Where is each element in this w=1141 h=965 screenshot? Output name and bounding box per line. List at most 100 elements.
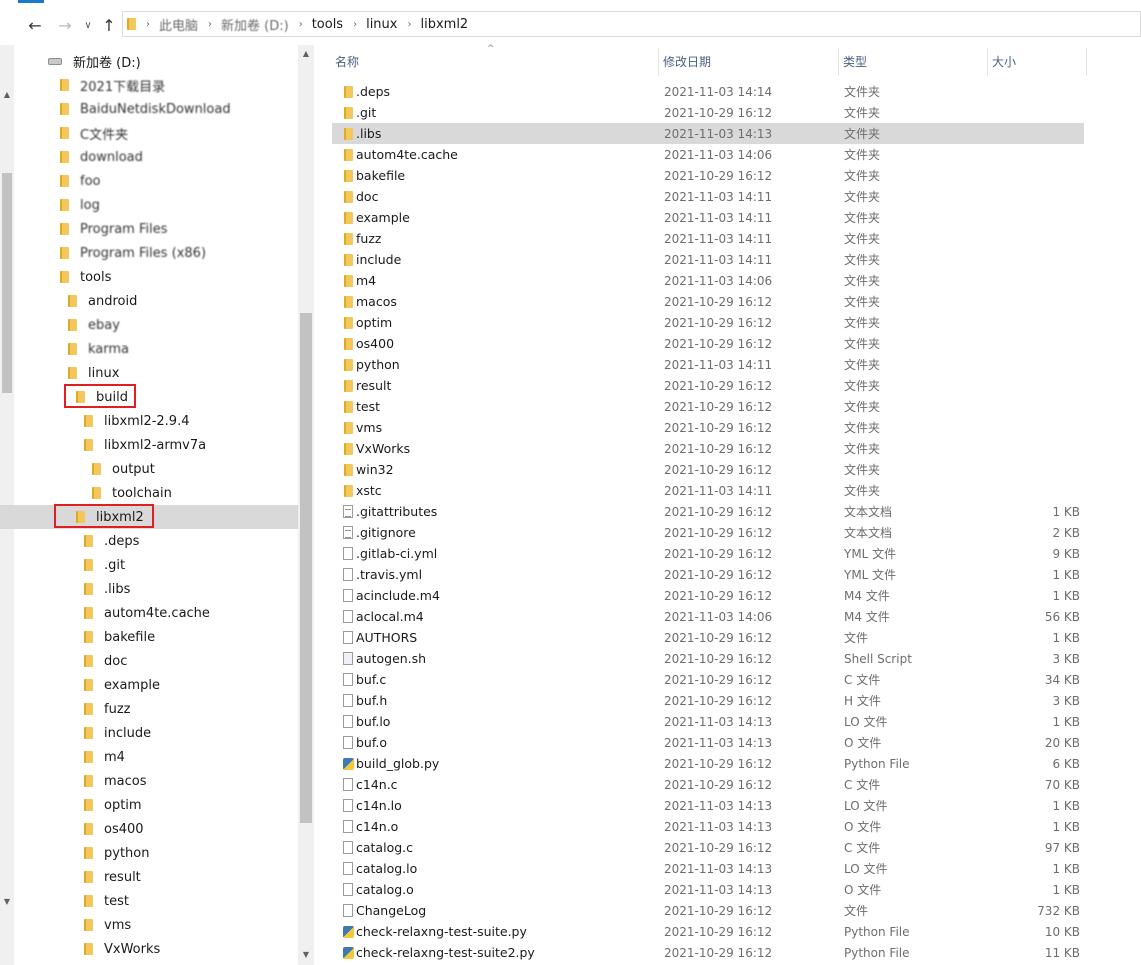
scroll-up-arrow-icon[interactable]: ▲ [298,49,314,58]
column-header-modified[interactable]: 修改日期 [659,48,838,76]
file-row[interactable]: c14n.lo 2021-11-03 14:13 LO 文件 1 KB [332,795,1084,816]
tree-item[interactable]: .git [0,553,298,577]
file-row[interactable]: macos 2021-10-29 16:12 文件夹 [332,291,1084,312]
tree-item[interactable]: Program Files (x86) [0,241,298,265]
tree-item[interactable]: include [0,721,298,745]
file-row[interactable]: c14n.o 2021-11-03 14:13 O 文件 1 KB [332,816,1084,837]
tree-item[interactable]: BaiduNetdiskDownload [0,97,298,121]
forward-arrow-icon[interactable]: → [56,16,74,36]
file-row[interactable]: catalog.lo 2021-11-03 14:13 LO 文件 1 KB [332,858,1084,879]
file-row[interactable]: check-relaxng-test-suite.py 2021-10-29 16… [332,921,1084,942]
tree-item[interactable]: tools [0,265,298,289]
file-row[interactable]: build_glob.py 2021-10-29 16:12 Python File… [332,753,1084,774]
scroll-down-arrow-icon[interactable]: ▼ [298,950,314,959]
tree-item[interactable]: macos [0,769,298,793]
recent-locations-chevron-icon[interactable]: ∨ [82,16,94,36]
file-row[interactable]: catalog.c 2021-10-29 16:12 C 文件 97 KB [332,837,1084,858]
file-row[interactable]: c14n.c 2021-10-29 16:12 C 文件 70 KB [332,774,1084,795]
breadcrumb-tools[interactable]: tools [312,17,343,32]
tree-item[interactable]: example [0,673,298,697]
file-row[interactable]: include 2021-11-03 14:11 文件夹 [332,249,1084,270]
file-row[interactable]: result 2021-10-29 16:12 文件夹 [332,375,1084,396]
file-row[interactable]: win32 2021-10-29 16:12 文件夹 [332,459,1084,480]
file-row[interactable]: catalog.o 2021-11-03 14:13 O 文件 1 KB [332,879,1084,900]
file-row[interactable]: m4 2021-11-03 14:06 文件夹 [332,270,1084,291]
breadcrumb-drive[interactable]: 新加卷 (D:) [221,15,289,34]
address-bar[interactable]: › 此电脑 › 新加卷 (D:) › tools › linux › libxm… [122,11,1141,37]
tree-item[interactable]: doc [0,649,298,673]
tree-item[interactable]: log [0,193,298,217]
file-row[interactable]: fuzz 2021-11-03 14:11 文件夹 [332,228,1084,249]
tree-item[interactable]: optim [0,793,298,817]
tree-item[interactable]: ebay [0,313,298,337]
file-row[interactable]: acinclude.m4 2021-10-29 16:12 M4 文件 1 KB [332,585,1084,606]
tree-item[interactable]: libxml2 [0,505,298,529]
file-row[interactable]: .deps 2021-11-03 14:14 文件夹 [332,81,1084,102]
tree-item[interactable]: vms [0,913,298,937]
tree-item[interactable]: VxWorks [0,937,298,961]
tree-vertical-scrollbar[interactable]: ▲ ▼ [298,45,314,965]
file-row[interactable]: AUTHORS 2021-10-29 16:12 文件 1 KB [332,627,1084,648]
file-row[interactable]: vms 2021-10-29 16:12 文件夹 [332,417,1084,438]
file-row[interactable]: python 2021-11-03 14:11 文件夹 [332,354,1084,375]
tree-item[interactable]: bakefile [0,625,298,649]
tree-item[interactable]: karma [0,337,298,361]
tree-item[interactable]: result [0,865,298,889]
file-row[interactable]: example 2021-11-03 14:11 文件夹 [332,207,1084,228]
file-row[interactable]: VxWorks 2021-10-29 16:12 文件夹 [332,438,1084,459]
tree-item[interactable]: 新加卷 (D:) [0,49,298,73]
file-row[interactable]: bakefile 2021-10-29 16:12 文件夹 [332,165,1084,186]
file-row[interactable]: aclocal.m4 2021-11-03 14:06 M4 文件 56 KB [332,606,1084,627]
tree-item[interactable]: toolchain [0,481,298,505]
up-arrow-icon[interactable]: ↑ [100,16,118,36]
column-header-size[interactable]: 大小 [988,48,1086,76]
tree-item[interactable]: build [0,385,298,409]
breadcrumb-libxml2[interactable]: libxml2 [420,17,468,32]
tree-item[interactable]: python [0,841,298,865]
chevron-right-icon[interactable]: › [208,19,212,30]
file-row[interactable]: buf.o 2021-11-03 14:13 O 文件 20 KB [332,732,1084,753]
file-row[interactable]: xstc 2021-11-03 14:11 文件夹 [332,480,1084,501]
file-row[interactable]: .git 2021-10-29 16:12 文件夹 [332,102,1084,123]
tree-item[interactable]: C文件夹 [0,121,298,145]
tree-item[interactable]: .deps [0,529,298,553]
column-divider[interactable] [1086,48,1087,76]
file-row[interactable]: check-relaxng-test-suite2.py 2021-10-29 1… [332,942,1084,963]
file-row[interactable]: autom4te.cache 2021-11-03 14:06 文件夹 [332,144,1084,165]
tree-item[interactable]: Program Files [0,217,298,241]
file-row[interactable]: buf.c 2021-10-29 16:12 C 文件 34 KB [332,669,1084,690]
tree-item[interactable]: libxml2-2.9.4 [0,409,298,433]
tree-item[interactable]: android [0,289,298,313]
file-row[interactable]: autogen.sh 2021-10-29 16:12 Shell Script 3 … [332,648,1084,669]
file-row[interactable]: .travis.yml 2021-10-29 16:12 YML 文件 1 KB [332,564,1084,585]
tree-item[interactable]: libxml2-armv7a [0,433,298,457]
file-row[interactable]: optim 2021-10-29 16:12 文件夹 [332,312,1084,333]
chevron-right-icon[interactable]: › [407,19,411,30]
breadcrumb-linux[interactable]: linux [366,17,397,32]
tree-item[interactable]: test [0,889,298,913]
chevron-right-icon[interactable]: › [353,19,357,30]
file-row[interactable]: .gitignore 2021-10-29 16:12 文本文档 2 KB [332,522,1084,543]
tree-item[interactable]: autom4te.cache [0,601,298,625]
scrollbar-thumb[interactable] [300,313,312,823]
file-row[interactable]: buf.lo 2021-11-03 14:13 LO 文件 1 KB [332,711,1084,732]
tree-item[interactable]: os400 [0,817,298,841]
file-row[interactable]: .gitattributes 2021-10-29 16:12 文本文档 1 KB [332,501,1084,522]
file-row[interactable]: ChangeLog 2021-10-29 16:12 文件 732 KB [332,900,1084,921]
file-row[interactable]: test 2021-10-29 16:12 文件夹 [332,396,1084,417]
tree-item[interactable]: download [0,145,298,169]
tree-item[interactable]: linux [0,361,298,385]
file-row[interactable]: .libs 2021-11-03 14:13 文件夹 [332,123,1084,144]
tree-item[interactable]: .libs [0,577,298,601]
file-row[interactable]: .gitlab-ci.yml 2021-10-29 16:12 YML 文件 9 KB [332,543,1084,564]
file-row[interactable]: doc 2021-11-03 14:11 文件夹 [332,186,1084,207]
breadcrumb-this-pc[interactable]: 此电脑 [159,15,198,34]
chevron-right-icon[interactable]: › [299,19,303,30]
file-row[interactable]: os400 2021-10-29 16:12 文件夹 [332,333,1084,354]
back-arrow-icon[interactable]: ← [26,16,44,36]
tree-item[interactable]: foo [0,169,298,193]
column-header-type[interactable]: 类型 [839,48,987,76]
tree-item[interactable]: fuzz [0,697,298,721]
tree-item[interactable]: output [0,457,298,481]
chevron-right-icon[interactable]: › [146,19,150,30]
